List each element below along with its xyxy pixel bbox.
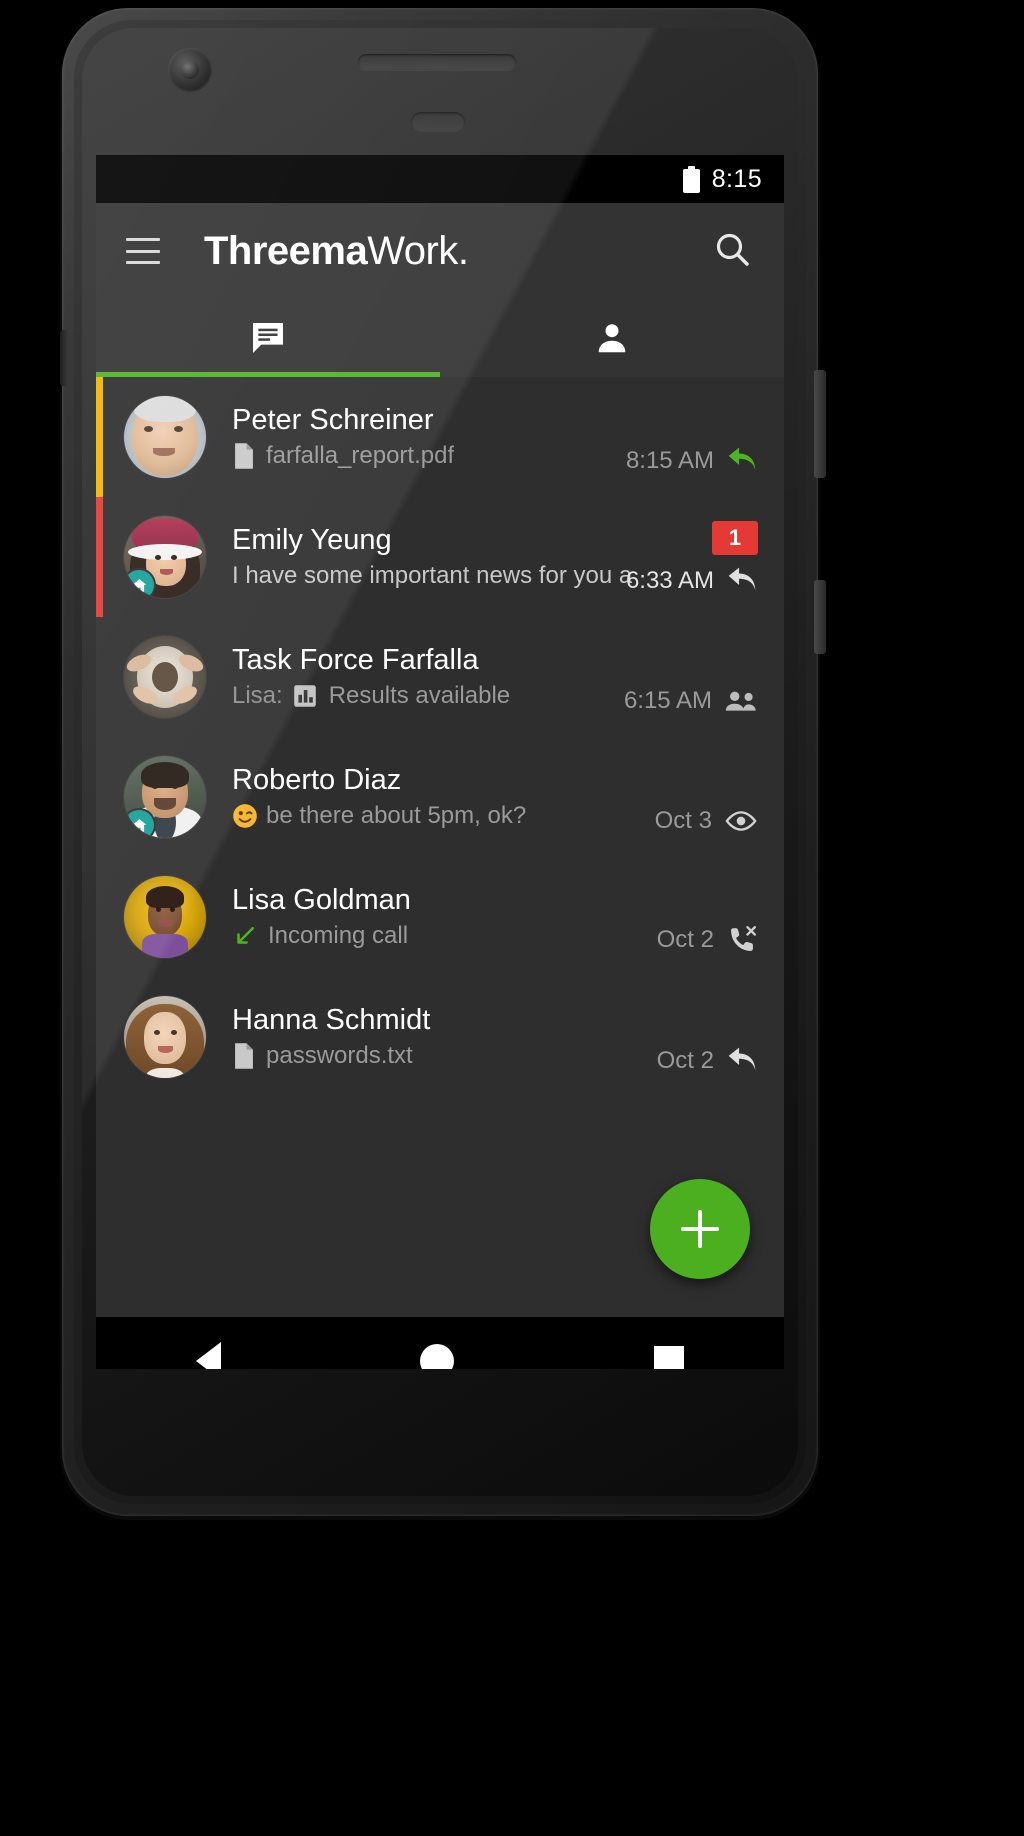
chat-time: 6:33 AM	[625, 567, 714, 594]
work-badge-icon	[124, 570, 154, 598]
file-document-icon	[235, 443, 253, 469]
wink-emoji-icon	[233, 803, 257, 828]
phone-screen: 8:15 ThreemaWork. Peter Schreiner farfal…	[96, 155, 784, 1369]
chat-meta: Oct 3	[655, 807, 758, 835]
tab-bar	[96, 299, 784, 377]
hamburger-menu-icon[interactable]	[126, 238, 160, 264]
home-circle-icon[interactable]	[420, 1344, 455, 1369]
tab-chats[interactable]	[96, 299, 440, 377]
brand-bold: Threema	[204, 229, 368, 273]
app-title: ThreemaWork.	[204, 229, 469, 273]
chat-time: Oct 2	[656, 1047, 714, 1074]
chat-list-item[interactable]: Hanna Schmidt passwords.txt Oct 2	[96, 977, 784, 1097]
chat-preview-text: be there about 5pm, ok?	[266, 801, 527, 829]
reply-arrow-icon	[728, 567, 756, 591]
avatar[interactable]	[124, 756, 206, 838]
chat-name: Task Force Farfalla	[232, 644, 479, 677]
earpiece-speaker	[358, 54, 516, 70]
sim-tray	[60, 330, 68, 386]
chat-name: Emily Yeung	[232, 524, 392, 557]
chat-list-item[interactable]: Lisa Goldman Incoming call Oct 2	[96, 857, 784, 977]
chat-time: Oct 3	[654, 807, 712, 834]
chat-name: Hanna Schmidt	[232, 1004, 431, 1037]
android-navigation-bar	[96, 1317, 784, 1369]
volume-button[interactable]	[814, 580, 826, 654]
chat-time: Oct 2	[656, 926, 714, 953]
chat-preview-text: Incoming call	[268, 921, 409, 949]
avatar[interactable]	[124, 396, 206, 478]
app-toolbar: ThreemaWork.	[96, 203, 784, 299]
chat-meta: 6:33 AM	[626, 567, 758, 595]
avatar[interactable]	[124, 636, 206, 718]
chat-name: Lisa Goldman	[232, 884, 411, 917]
chat-meta: 6:15 AM	[624, 687, 758, 715]
tab-contacts[interactable]	[440, 299, 784, 377]
unread-badge: 1	[712, 521, 758, 555]
chat-preview-text: Results available	[328, 681, 511, 709]
status-bar: 8:15	[96, 155, 784, 203]
chat-list-item[interactable]: Peter Schreiner farfalla_report.pdf 8:15…	[96, 377, 784, 497]
chat-list-item[interactable]: Roberto Diaz be there about 5pm, ok? Oct…	[96, 737, 784, 857]
speaker-grill	[411, 112, 465, 132]
person-icon	[598, 324, 626, 353]
chat-flag	[96, 497, 103, 617]
chat-meta: Oct 2	[657, 925, 758, 955]
power-button[interactable]	[814, 370, 826, 478]
battery-full-icon	[682, 165, 700, 193]
avatar[interactable]	[124, 876, 206, 958]
recents-square-icon[interactable]	[654, 1346, 685, 1369]
reply-arrow-icon	[728, 1047, 756, 1071]
screenshot-root: 8:15 ThreemaWork. Peter Schreiner farfal…	[0, 0, 1024, 1836]
avatar[interactable]	[124, 996, 206, 1078]
chat-flag	[96, 377, 103, 497]
file-document-icon	[235, 1043, 253, 1069]
avatar[interactable]	[124, 516, 206, 598]
eye-read-icon	[725, 811, 757, 831]
poll-bar-chart-icon	[293, 684, 316, 707]
search-icon[interactable]	[712, 229, 752, 269]
new-chat-fab[interactable]	[650, 1179, 750, 1279]
chat-preview-text: I have some important news for you a	[232, 561, 633, 589]
chat-bubble-icon	[253, 323, 283, 353]
group-people-icon	[725, 691, 756, 711]
chat-list-item[interactable]: Task Force Farfalla Lisa: Results availa…	[96, 617, 784, 737]
reply-arrow-green-icon	[728, 447, 756, 471]
chat-list: Peter Schreiner farfalla_report.pdf 8:15…	[96, 377, 784, 1317]
chat-preview-text: passwords.txt	[266, 1041, 413, 1069]
chat-meta: Oct 2	[657, 1047, 758, 1075]
work-badge-icon	[124, 810, 154, 838]
chat-name: Peter Schreiner	[232, 404, 434, 437]
chat-preview-sender: Lisa:	[232, 681, 283, 709]
chat-list-item[interactable]: Emily Yeung I have some important news f…	[96, 497, 784, 617]
phone-missed-icon	[731, 926, 756, 951]
back-triangle-icon[interactable]	[195, 1342, 221, 1369]
status-bar-clock: 8:15	[711, 164, 762, 193]
chat-name: Roberto Diaz	[232, 764, 402, 797]
chat-time: 6:15 AM	[623, 687, 712, 714]
chat-meta: 8:15 AM	[626, 447, 758, 475]
brand-light: Work.	[367, 229, 469, 273]
incoming-call-arrow-icon	[237, 926, 255, 944]
chat-time: 8:15 AM	[625, 447, 714, 474]
front-camera-icon	[168, 48, 212, 92]
chat-preview-text: farfalla_report.pdf	[266, 441, 455, 469]
